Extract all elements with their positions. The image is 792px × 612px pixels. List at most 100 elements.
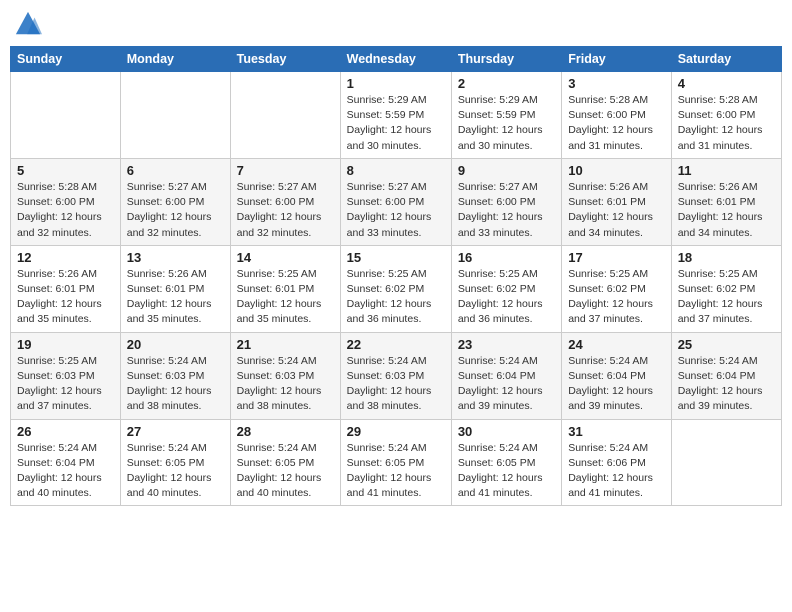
calendar-cell: 14 Sunrise: 5:25 AM Sunset: 6:01 PM Dayli… xyxy=(230,245,340,332)
day-number: 9 xyxy=(458,163,555,178)
day-info: Sunrise: 5:24 AM Sunset: 6:04 PM Dayligh… xyxy=(568,354,664,415)
day-info: Sunrise: 5:29 AM Sunset: 5:59 PM Dayligh… xyxy=(347,93,445,154)
day-info: Sunrise: 5:27 AM Sunset: 6:00 PM Dayligh… xyxy=(237,180,334,241)
calendar-cell: 27 Sunrise: 5:24 AM Sunset: 6:05 PM Dayli… xyxy=(120,419,230,506)
calendar-cell: 15Sunrise: 5:25 AM Sunset: 6:02 PM Dayli… xyxy=(340,245,451,332)
calendar-cell: 17Sunrise: 5:25 AM Sunset: 6:02 PM Dayli… xyxy=(562,245,671,332)
calendar-cell: 28 Sunrise: 5:24 AM Sunset: 6:05 PM Dayli… xyxy=(230,419,340,506)
calendar-cell: 23 Sunrise: 5:24 AM Sunset: 6:04 PM Dayli… xyxy=(451,332,561,419)
calendar-cell: 3 Sunrise: 5:28 AM Sunset: 6:00 PM Daylig… xyxy=(562,72,671,159)
day-info: Sunrise: 5:24 AM Sunset: 6:04 PM Dayligh… xyxy=(458,354,555,415)
day-info: Sunrise: 5:28 AM Sunset: 6:00 PM Dayligh… xyxy=(17,180,114,241)
day-info: Sunrise: 5:24 AM Sunset: 6:05 PM Dayligh… xyxy=(347,441,445,502)
day-header-monday: Monday xyxy=(120,47,230,72)
day-number: 25 xyxy=(678,337,775,352)
calendar-cell: 20 Sunrise: 5:24 AM Sunset: 6:03 PM Dayli… xyxy=(120,332,230,419)
day-header-wednesday: Wednesday xyxy=(340,47,451,72)
day-number: 12 xyxy=(17,250,114,265)
day-info: Sunrise: 5:24 AM Sunset: 6:03 PM Dayligh… xyxy=(237,354,334,415)
day-info: Sunrise: 5:25 AM Sunset: 6:02 PM Dayligh… xyxy=(568,267,664,328)
calendar-cell: 2 Sunrise: 5:29 AM Sunset: 5:59 PM Daylig… xyxy=(451,72,561,159)
day-info: Sunrise: 5:26 AM Sunset: 6:01 PM Dayligh… xyxy=(17,267,114,328)
day-info: Sunrise: 5:26 AM Sunset: 6:01 PM Dayligh… xyxy=(678,180,775,241)
day-header-tuesday: Tuesday xyxy=(230,47,340,72)
day-number: 19 xyxy=(17,337,114,352)
calendar-cell: 1Sunrise: 5:29 AM Sunset: 5:59 PM Daylig… xyxy=(340,72,451,159)
day-number: 13 xyxy=(127,250,224,265)
day-number: 24 xyxy=(568,337,664,352)
day-info: Sunrise: 5:24 AM Sunset: 6:03 PM Dayligh… xyxy=(127,354,224,415)
calendar-cell: 11 Sunrise: 5:26 AM Sunset: 6:01 PM Dayli… xyxy=(671,158,781,245)
day-header-sunday: Sunday xyxy=(11,47,121,72)
day-info: Sunrise: 5:24 AM Sunset: 6:05 PM Dayligh… xyxy=(237,441,334,502)
day-info: Sunrise: 5:27 AM Sunset: 6:00 PM Dayligh… xyxy=(127,180,224,241)
page-header xyxy=(10,10,782,38)
day-number: 10 xyxy=(568,163,664,178)
day-info: Sunrise: 5:29 AM Sunset: 5:59 PM Dayligh… xyxy=(458,93,555,154)
day-number: 27 xyxy=(127,424,224,439)
day-header-thursday: Thursday xyxy=(451,47,561,72)
calendar-cell: 4Sunrise: 5:28 AM Sunset: 6:00 PM Daylig… xyxy=(671,72,781,159)
calendar-cell: 16 Sunrise: 5:25 AM Sunset: 6:02 PM Dayli… xyxy=(451,245,561,332)
calendar-table: SundayMondayTuesdayWednesdayThursdayFrid… xyxy=(10,46,782,506)
day-info: Sunrise: 5:25 AM Sunset: 6:02 PM Dayligh… xyxy=(458,267,555,328)
day-info: Sunrise: 5:24 AM Sunset: 6:05 PM Dayligh… xyxy=(127,441,224,502)
calendar-cell: 29 Sunrise: 5:24 AM Sunset: 6:05 PM Dayli… xyxy=(340,419,451,506)
day-number: 20 xyxy=(127,337,224,352)
calendar-cell: 25 Sunrise: 5:24 AM Sunset: 6:04 PM Dayli… xyxy=(671,332,781,419)
day-info: Sunrise: 5:26 AM Sunset: 6:01 PM Dayligh… xyxy=(127,267,224,328)
day-number: 16 xyxy=(458,250,555,265)
calendar-week-row: 12 Sunrise: 5:26 AM Sunset: 6:01 PM Dayli… xyxy=(11,245,782,332)
day-info: Sunrise: 5:28 AM Sunset: 6:00 PM Dayligh… xyxy=(568,93,664,154)
day-number: 18 xyxy=(678,250,775,265)
day-header-saturday: Saturday xyxy=(671,47,781,72)
calendar-week-row: 19 Sunrise: 5:25 AM Sunset: 6:03 PM Dayli… xyxy=(11,332,782,419)
day-info: Sunrise: 5:24 AM Sunset: 6:04 PM Dayligh… xyxy=(17,441,114,502)
calendar-cell: 26 Sunrise: 5:24 AM Sunset: 6:04 PM Dayli… xyxy=(11,419,121,506)
calendar-cell: 8 Sunrise: 5:27 AM Sunset: 6:00 PM Daylig… xyxy=(340,158,451,245)
day-info: Sunrise: 5:28 AM Sunset: 6:00 PM Dayligh… xyxy=(678,93,775,154)
day-number: 29 xyxy=(347,424,445,439)
day-number: 14 xyxy=(237,250,334,265)
calendar-cell: 13 Sunrise: 5:26 AM Sunset: 6:01 PM Dayli… xyxy=(120,245,230,332)
calendar-cell: 30Sunrise: 5:24 AM Sunset: 6:05 PM Dayli… xyxy=(451,419,561,506)
calendar-cell: 10 Sunrise: 5:26 AM Sunset: 6:01 PM Dayli… xyxy=(562,158,671,245)
day-number: 5 xyxy=(17,163,114,178)
day-info: Sunrise: 5:26 AM Sunset: 6:01 PM Dayligh… xyxy=(568,180,664,241)
calendar-cell xyxy=(230,72,340,159)
day-number: 6 xyxy=(127,163,224,178)
day-info: Sunrise: 5:24 AM Sunset: 6:06 PM Dayligh… xyxy=(568,441,664,502)
day-info: Sunrise: 5:24 AM Sunset: 6:05 PM Dayligh… xyxy=(458,441,555,502)
day-info: Sunrise: 5:27 AM Sunset: 6:00 PM Dayligh… xyxy=(458,180,555,241)
calendar-cell xyxy=(11,72,121,159)
calendar-cell: 7Sunrise: 5:27 AM Sunset: 6:00 PM Daylig… xyxy=(230,158,340,245)
logo xyxy=(14,10,46,38)
day-number: 2 xyxy=(458,76,555,91)
calendar-cell: 21Sunrise: 5:24 AM Sunset: 6:03 PM Dayli… xyxy=(230,332,340,419)
day-info: Sunrise: 5:27 AM Sunset: 6:00 PM Dayligh… xyxy=(347,180,445,241)
calendar-week-row: 5 Sunrise: 5:28 AM Sunset: 6:00 PM Daylig… xyxy=(11,158,782,245)
day-number: 22 xyxy=(347,337,445,352)
calendar-cell: 12 Sunrise: 5:26 AM Sunset: 6:01 PM Dayli… xyxy=(11,245,121,332)
day-info: Sunrise: 5:25 AM Sunset: 6:01 PM Dayligh… xyxy=(237,267,334,328)
day-info: Sunrise: 5:25 AM Sunset: 6:03 PM Dayligh… xyxy=(17,354,114,415)
calendar-cell: 19 Sunrise: 5:25 AM Sunset: 6:03 PM Dayli… xyxy=(11,332,121,419)
day-number: 8 xyxy=(347,163,445,178)
day-number: 26 xyxy=(17,424,114,439)
day-info: Sunrise: 5:24 AM Sunset: 6:03 PM Dayligh… xyxy=(347,354,445,415)
day-number: 11 xyxy=(678,163,775,178)
calendar-header-row: SundayMondayTuesdayWednesdayThursdayFrid… xyxy=(11,47,782,72)
day-info: Sunrise: 5:25 AM Sunset: 6:02 PM Dayligh… xyxy=(347,267,445,328)
calendar-cell: 22 Sunrise: 5:24 AM Sunset: 6:03 PM Dayli… xyxy=(340,332,451,419)
calendar-cell: 9 Sunrise: 5:27 AM Sunset: 6:00 PM Daylig… xyxy=(451,158,561,245)
calendar-cell: 5 Sunrise: 5:28 AM Sunset: 6:00 PM Daylig… xyxy=(11,158,121,245)
calendar-cell: 6 Sunrise: 5:27 AM Sunset: 6:00 PM Daylig… xyxy=(120,158,230,245)
day-number: 28 xyxy=(237,424,334,439)
calendar-week-row: 1Sunrise: 5:29 AM Sunset: 5:59 PM Daylig… xyxy=(11,72,782,159)
calendar-cell: 18Sunrise: 5:25 AM Sunset: 6:02 PM Dayli… xyxy=(671,245,781,332)
day-number: 23 xyxy=(458,337,555,352)
calendar-cell: 31Sunrise: 5:24 AM Sunset: 6:06 PM Dayli… xyxy=(562,419,671,506)
day-info: Sunrise: 5:24 AM Sunset: 6:04 PM Dayligh… xyxy=(678,354,775,415)
calendar-cell xyxy=(120,72,230,159)
day-number: 3 xyxy=(568,76,664,91)
